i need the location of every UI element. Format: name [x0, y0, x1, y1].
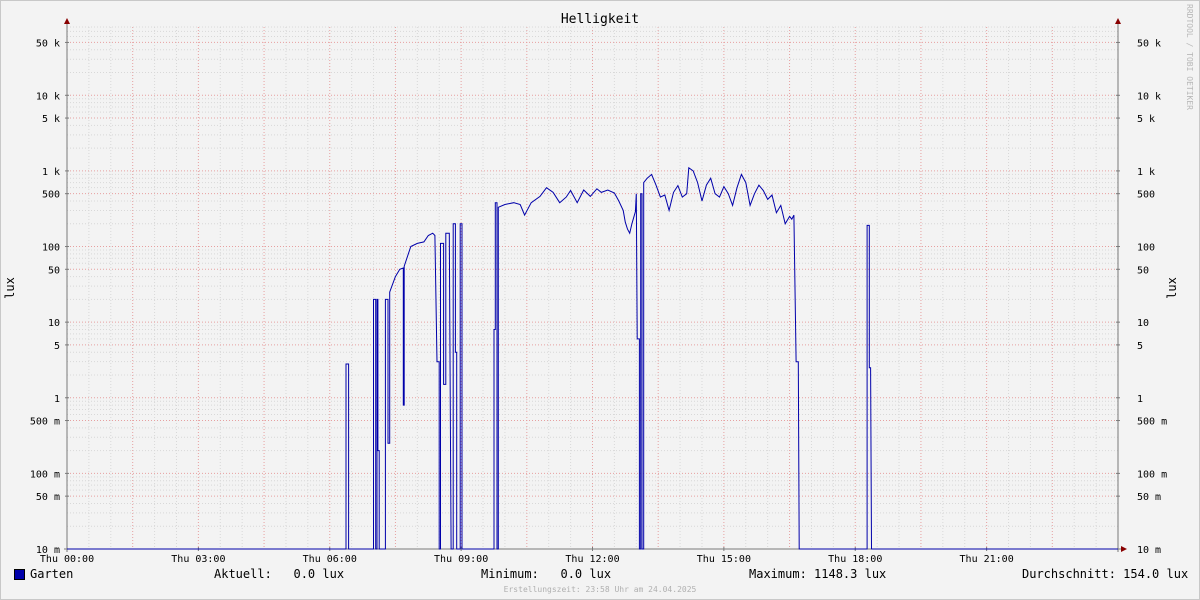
y-tick-label-left: 500 m	[30, 417, 60, 428]
chart-title: Helligkeit	[561, 12, 639, 27]
grid	[66, 26, 1119, 550]
x-tick-label: Thu 15:00	[697, 554, 751, 565]
y-axis-right-arrow	[1115, 18, 1121, 24]
y-tick-label-left: 100 m	[30, 469, 60, 480]
y-tick-label-left: 100	[42, 243, 60, 254]
y-axis-right-ticks: 50 k 10 k 5 k 1 k 500 100 50 10 5 1 500 m 100 m 50 m…	[1116, 38, 1167, 556]
y-tick-label-left: 1 k	[42, 167, 60, 178]
y-tick-label-left: 50 m	[36, 492, 60, 503]
y-tick-label-right: 500 m	[1137, 417, 1167, 428]
y-tick-label-right: 500	[1137, 190, 1155, 201]
y-tick-label-right: 5 k	[1137, 114, 1155, 125]
legend-maximum-value: Maximum: 1148.3 lux	[749, 567, 887, 581]
y-tick-label-left: 10 k	[36, 91, 60, 102]
y-tick-label-left: 10	[48, 318, 60, 329]
y-tick-label-right: 10 k	[1137, 91, 1161, 102]
y-axis-left-ticks: 50 k 10 k 5 k 1 k 500 100 50 10 5 1 500 m 100 m 50 m…	[30, 38, 69, 556]
y-tick-label-right: 5	[1137, 341, 1143, 352]
y-tick-label-right: 100	[1137, 243, 1155, 254]
y-axis-label-right: lux	[1165, 277, 1179, 299]
x-tick-label: Thu 18:00	[828, 554, 882, 565]
y-tick-label-right: 100 m	[1137, 469, 1167, 480]
legend-average-value: Durchschnitt: 154.0 lux	[1022, 567, 1189, 581]
y-axis-label-left: lux	[3, 277, 17, 299]
footer-timestamp: Erstellungszeit: 23:58 Uhr am 24.04.2025	[503, 585, 697, 594]
axes	[64, 18, 1127, 552]
x-tick-label: Thu 21:00	[960, 554, 1014, 565]
legend-swatch-garten	[14, 569, 25, 580]
legend: Garten Aktuell: 0.0 lux Minimum: 0.0 lux…	[14, 567, 1189, 583]
y-tick-label-right: 50 k	[1137, 38, 1161, 49]
y-tick-label-left: 5 k	[42, 114, 60, 125]
y-tick-label-right: 10 m	[1137, 545, 1161, 556]
x-tick-label: Thu 09:00	[434, 554, 488, 565]
y-tick-label-right: 50	[1137, 265, 1149, 276]
y-tick-label-left: 500	[42, 190, 60, 201]
x-axis-arrow	[1121, 546, 1127, 552]
y-tick-label-left: 50	[48, 265, 60, 276]
y-tick-label-right: 50 m	[1137, 492, 1161, 503]
legend-minimum-value: Minimum: 0.0 lux	[481, 567, 612, 581]
x-tick-label: Thu 12:00	[565, 554, 619, 565]
legend-current-value: Aktuell: 0.0 lux	[214, 567, 345, 581]
rrdtool-watermark: RRDTOOL / TOBI OETIKER	[1185, 4, 1194, 110]
brightness-chart: 50 k 10 k 5 k 1 k 500 100 50 10 5 1 500 m 100 m 50 m…	[3, 4, 1194, 565]
x-tick-label: Thu 03:00	[171, 554, 225, 565]
y-tick-label-right: 1	[1137, 394, 1143, 405]
y-tick-label-right: 10	[1137, 318, 1149, 329]
y-tick-label-right: 1 k	[1137, 167, 1155, 178]
y-axis-left-arrow	[64, 18, 70, 24]
y-tick-label-left: 1	[54, 394, 60, 405]
x-tick-label: Thu 00:00	[40, 554, 94, 565]
x-axis-ticks: Thu 00:00 Thu 03:00 Thu 06:00 Thu 09:00 Thu …	[40, 547, 1014, 565]
series-line-garten	[67, 166, 1118, 550]
y-tick-label-left: 5	[54, 341, 60, 352]
y-tick-label-left: 50 k	[36, 38, 60, 49]
legend-series-name: Garten	[30, 567, 74, 581]
x-tick-label: Thu 06:00	[303, 554, 357, 565]
